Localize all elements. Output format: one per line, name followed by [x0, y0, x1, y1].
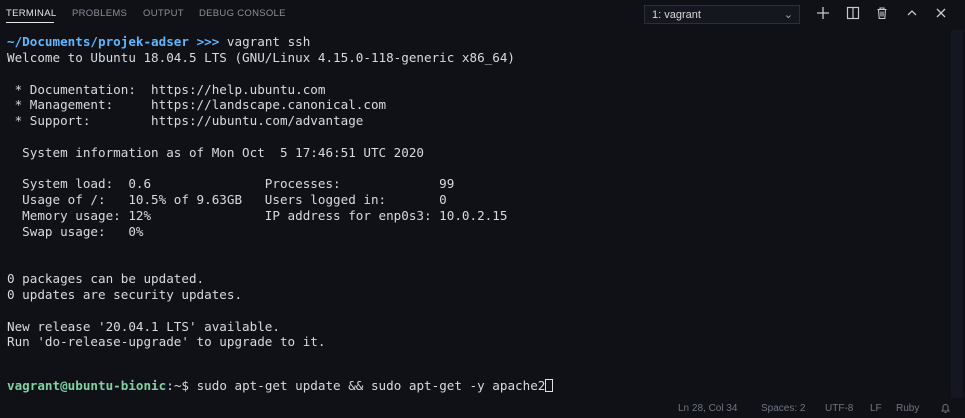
prompt-arrows: >>>: [188, 34, 227, 49]
output-line: 0 updates are security updates.: [7, 287, 243, 302]
tab-terminal[interactable]: TERMINAL: [6, 8, 56, 19]
status-indentation[interactable]: Spaces: 2: [761, 403, 805, 414]
panel-tabbar: TERMINAL PROBLEMS OUTPUT DEBUG CONSOLE 1…: [0, 0, 965, 28]
output-line: New release '20.04.1 LTS' available.: [7, 318, 280, 334]
close-icon[interactable]: [933, 6, 949, 22]
trash-icon[interactable]: [874, 6, 890, 22]
prompt-line: ~/Documents/projek-adser >>> vagrant ssh: [7, 34, 310, 50]
prompt-user-host: vagrant@ubuntu-bionic: [7, 378, 167, 393]
status-bar: Ln 28, Col 34 Spaces: 2 UTF-8 LF Ruby: [0, 400, 965, 418]
output-line: Welcome to Ubuntu 18.04.5 LTS (GNU/Linux…: [7, 50, 515, 65]
output-line: Run 'do-release-upgrade' to upgrade to i…: [7, 334, 326, 350]
output-line: * Documentation: https://help.ubuntu.com: [7, 81, 326, 97]
output-line: * Support: https://ubuntu.com/advantage: [7, 113, 364, 129]
plus-icon[interactable]: [815, 6, 831, 22]
terminal-output[interactable]: ~/Documents/projek-adser >>> vagrant ssh…: [0, 28, 965, 400]
output-line: System load: 0.6 Processes: 99: [7, 176, 455, 192]
bell-icon[interactable]: [940, 403, 951, 417]
chevron-up-icon[interactable]: [904, 6, 920, 22]
active-tab-indicator: [6, 22, 54, 23]
output-line: System information as of Mon Oct 5 17:46…: [7, 144, 425, 160]
typed-command: sudo apt-get update && sudo apt-get -y a…: [196, 378, 546, 393]
tab-problems[interactable]: PROBLEMS: [72, 8, 127, 19]
output-line: Swap usage: 0%: [7, 223, 144, 239]
output-line: Usage of /: 10.5% of 9.63GB Users logged…: [7, 192, 447, 208]
tab-debug-console[interactable]: DEBUG CONSOLE: [199, 8, 286, 19]
active-prompt-line[interactable]: vagrant@ubuntu-bionic:~$ sudo apt-get up…: [7, 378, 554, 394]
chevron-down-icon: ⌄: [783, 9, 793, 21]
status-cursor-position[interactable]: Ln 28, Col 34: [678, 403, 738, 414]
prompt-path: ~/Documents/projek-adser: [7, 34, 189, 49]
text-cursor: [545, 379, 554, 392]
split-icon[interactable]: [845, 6, 861, 22]
terminal-scrollbar[interactable]: [951, 30, 963, 398]
tab-output[interactable]: OUTPUT: [143, 8, 184, 19]
output-line: * Management: https://landscape.canonica…: [7, 97, 387, 113]
prompt-command: vagrant ssh: [226, 34, 311, 49]
status-language[interactable]: Ruby: [896, 403, 919, 414]
output-line: 0 packages can be updated.: [7, 271, 205, 287]
output-line: Memory usage: 12% IP address for enp0s3:…: [7, 208, 508, 223]
prompt-separator: :~$: [166, 378, 197, 393]
status-encoding[interactable]: UTF-8: [825, 403, 853, 414]
terminal-select-value: 1: vagrant: [652, 9, 701, 21]
terminal-select[interactable]: 1: vagrant ⌄: [644, 5, 800, 24]
status-eol[interactable]: LF: [870, 403, 882, 414]
